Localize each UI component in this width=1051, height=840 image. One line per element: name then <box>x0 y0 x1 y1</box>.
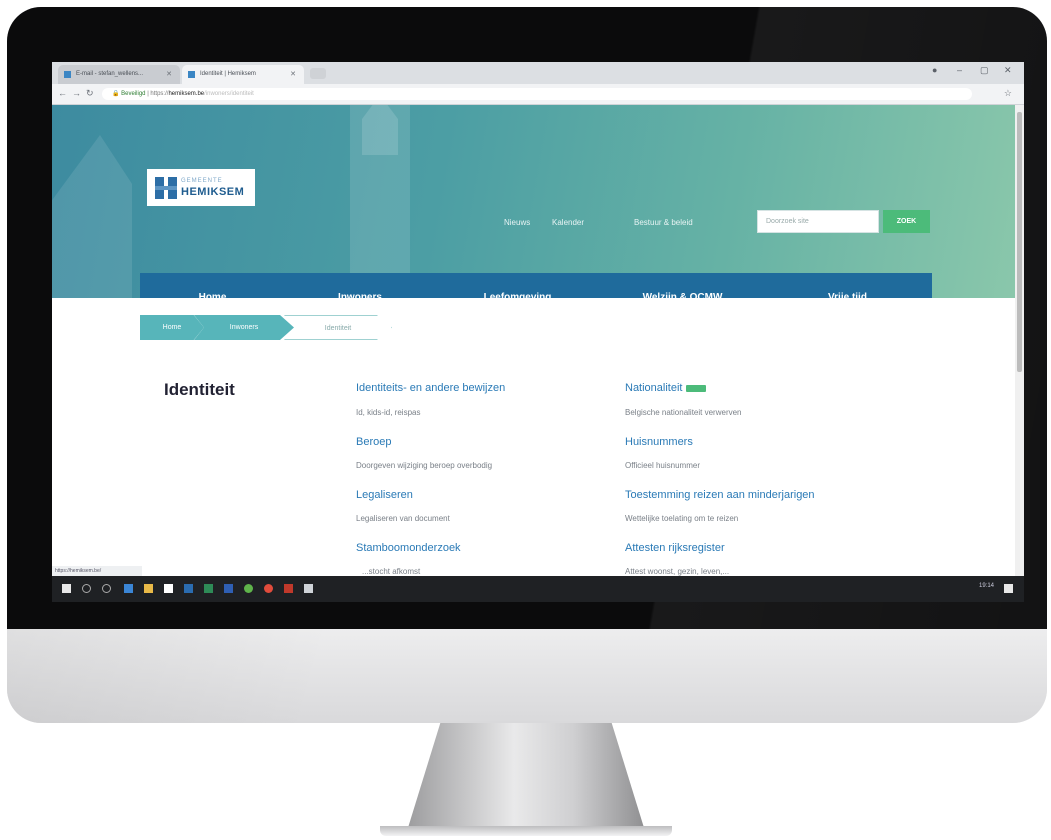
nav-vrije-tijd[interactable]: Vrije tijd <box>765 273 930 298</box>
maximize-icon[interactable]: ▢ <box>980 65 989 76</box>
site-favicon-icon <box>188 71 195 78</box>
url-field[interactable]: 🔒 Beveiligd | https://hemiksem.be/inwone… <box>102 88 972 100</box>
chrome-icon[interactable] <box>264 584 273 593</box>
tab-email[interactable]: E-mail - stefan_wellens... ✕ <box>58 65 180 84</box>
toplink-kalender[interactable]: Kalender <box>552 218 584 227</box>
new-tab-button[interactable] <box>310 68 326 79</box>
nav-inwoners[interactable]: Inwoners <box>285 273 435 298</box>
search-button[interactable]: ZOEK <box>883 210 930 233</box>
breadcrumb-identiteit: Identiteit <box>284 315 392 340</box>
monitor-stand <box>407 723 645 831</box>
desc-attesten-rijksregister: Attest woonst, gezin, leven,... <box>625 567 730 576</box>
folder-icon[interactable] <box>144 584 153 593</box>
breadcrumb-inwoners[interactable]: Inwoners <box>194 315 294 340</box>
forward-icon[interactable]: → <box>72 88 81 98</box>
taskbar-clock[interactable]: 19:14 <box>979 583 994 589</box>
outlook-icon[interactable] <box>184 584 193 593</box>
url-protocol: https:// <box>150 91 169 97</box>
taskbar: 19:14 <box>52 576 1024 602</box>
photos-icon[interactable] <box>304 584 313 593</box>
desc-toestemming-reizen: Wettelijke toelating om te reizen <box>625 514 739 523</box>
close-tab-icon[interactable]: ✕ <box>166 65 172 84</box>
link-nationaliteit[interactable]: Nationaliteit <box>625 382 707 394</box>
search-input[interactable]: Doorzoek site <box>757 210 879 233</box>
page-title: Identiteit <box>164 380 235 399</box>
browser-tab-bar: E-mail - stefan_wellens... ✕ Identiteit … <box>52 62 1024 84</box>
back-icon[interactable]: ← <box>58 88 67 98</box>
link-huisnummers[interactable]: Huisnummers <box>625 436 693 448</box>
site-logo[interactable]: GEMEENTE HEMIKSEM <box>147 169 255 206</box>
screen: E-mail - stefan_wellens... ✕ Identiteit … <box>52 62 1024 602</box>
close-tab-icon[interactable]: ✕ <box>290 65 296 84</box>
status-url: https://hemiksem.be/ <box>52 566 142 576</box>
secure-label: Beveiligd <box>121 91 146 97</box>
edge-icon[interactable] <box>124 584 133 593</box>
link-legaliseren[interactable]: Legaliseren <box>356 489 413 501</box>
lock-icon: 🔒 <box>112 91 120 97</box>
toplink-bestuur[interactable]: Bestuur & beleid <box>634 218 693 227</box>
desc-stamboomonderzoek: ...stocht afkomst <box>362 567 421 576</box>
acrobat-icon[interactable] <box>284 584 293 593</box>
notifications-icon[interactable] <box>1004 584 1013 593</box>
app-icon[interactable] <box>244 584 253 593</box>
windows-start-icon[interactable] <box>62 584 71 593</box>
chin-shade <box>7 629 527 723</box>
cortana-icon[interactable] <box>102 584 111 593</box>
link-attesten-rijksregister[interactable]: Attesten rijksregister <box>625 542 725 554</box>
excel-icon[interactable] <box>204 584 213 593</box>
link-stamboomonderzoek[interactable]: Stamboomonderzoek <box>356 542 461 554</box>
tab-label: E-mail - stefan_wellens... <box>76 71 144 77</box>
tab-identiteit[interactable]: Identiteit | Hemiksem ✕ <box>182 65 304 84</box>
desc-identiteitsbewijzen: Id, kids-id, reispas <box>356 408 421 417</box>
desc-nationaliteit: Belgische nationaliteit verwerven <box>625 408 742 417</box>
toplink-nieuws[interactable]: Nieuws <box>504 218 530 227</box>
address-bar-row: ← → ↻ 🔒 Beveiligd | https://hemiksem.be/… <box>52 84 1024 105</box>
church-silhouette <box>52 135 132 298</box>
logo-name: HEMIKSEM <box>181 186 245 198</box>
close-window-icon[interactable]: ✕ <box>1004 65 1012 76</box>
mail-favicon-icon <box>64 71 71 78</box>
nav-home[interactable]: Home <box>140 273 285 298</box>
link-toestemming-reizen[interactable]: Toestemming reizen aan minderjarigen <box>625 489 815 501</box>
reload-icon[interactable]: ↻ <box>86 88 94 99</box>
monitor-stand-base <box>380 826 672 836</box>
breadcrumb-home[interactable]: Home <box>140 315 204 340</box>
nav-leefomgeving[interactable]: Leefomgeving <box>435 273 600 298</box>
desc-huisnummers: Officieel huisnummer <box>625 461 700 470</box>
main-navigation: Home Inwoners Leefomgeving Welzijn & OCM… <box>140 273 932 298</box>
scrollbar-thumb[interactable] <box>1017 112 1022 372</box>
search-icon[interactable] <box>82 584 91 593</box>
word-icon[interactable] <box>224 584 233 593</box>
account-icon[interactable]: ● <box>932 65 937 75</box>
new-badge <box>686 384 707 392</box>
url-domain: hemiksem.be <box>168 91 205 97</box>
tab-label: Identiteit | Hemiksem <box>200 71 256 77</box>
monitor: E-mail - stefan_wellens... ✕ Identiteit … <box>7 7 1047 723</box>
site-header: GEMEENTE HEMIKSEM Nieuws Kalender Bestuu… <box>52 105 1015 298</box>
minimize-icon[interactable]: – <box>957 65 962 75</box>
bookmark-star-icon[interactable]: ☆ <box>1004 88 1012 99</box>
tower-top-silhouette <box>362 105 398 155</box>
logo-top-text: GEMEENTE <box>181 178 223 184</box>
logo-mark-icon <box>155 177 177 199</box>
link-beroep[interactable]: Beroep <box>356 436 391 448</box>
desc-beroep: Doorgeven wijziging beroep overbodig <box>356 461 493 470</box>
desc-legaliseren: Legaliseren van document <box>356 514 450 523</box>
link-nationaliteit-label: Nationaliteit <box>625 382 683 394</box>
url-path: /inwoners/identiteit <box>204 91 254 97</box>
store-icon[interactable] <box>164 584 173 593</box>
link-identiteitsbewijzen[interactable]: Identiteits- en andere bewijzen <box>356 382 505 394</box>
nav-welzijn-ocmw[interactable]: Welzijn & OCMW <box>600 273 765 298</box>
